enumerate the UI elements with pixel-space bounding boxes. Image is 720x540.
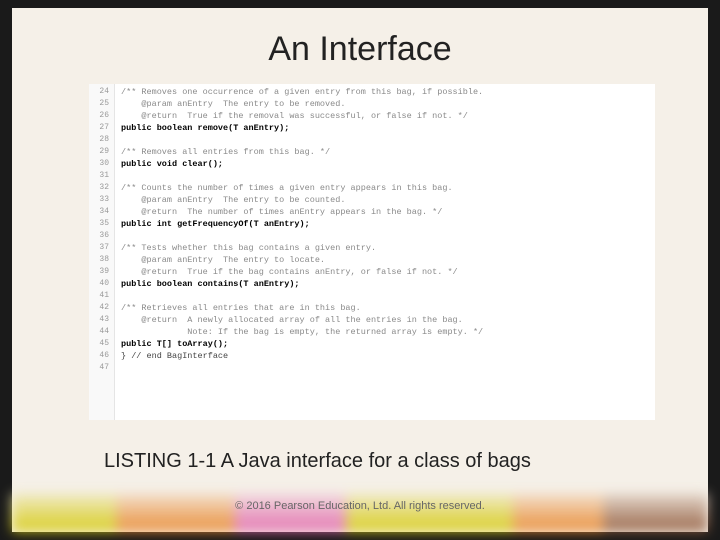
line-number: 25 <box>89 98 109 110</box>
line-number: 43 <box>89 314 109 326</box>
line-number: 29 <box>89 146 109 158</box>
line-number: 35 <box>89 218 109 230</box>
listing-caption: LISTING 1-1 A Java interface for a class… <box>12 450 708 473</box>
code-line: /** Tests whether this bag contains a gi… <box>121 242 483 254</box>
code-line: @param anEntry The entry to be counted. <box>121 194 483 206</box>
code-line: public boolean remove(T anEntry); <box>121 122 483 134</box>
code-line: /** Retrieves all entries that are in th… <box>121 302 483 314</box>
code-line: @return True if the removal was successf… <box>121 110 483 122</box>
code-line <box>121 170 483 182</box>
code-line <box>121 134 483 146</box>
line-number: 45 <box>89 338 109 350</box>
line-number: 41 <box>89 290 109 302</box>
code-lines: /** Removes one occurrence of a given en… <box>121 86 483 362</box>
line-number: 34 <box>89 206 109 218</box>
line-number: 28 <box>89 134 109 146</box>
code-line: /** Removes all entries from this bag. *… <box>121 146 483 158</box>
line-number: 42 <box>89 302 109 314</box>
line-number: 32 <box>89 182 109 194</box>
code-line: } // end BagInterface <box>121 350 483 362</box>
code-line <box>121 230 483 242</box>
line-number: 24 <box>89 86 109 98</box>
code-line: Note: If the bag is empty, the returned … <box>121 326 483 338</box>
code-line: /** Counts the number of times a given e… <box>121 182 483 194</box>
line-number: 46 <box>89 350 109 362</box>
code-line: @param anEntry The entry to be removed. <box>121 98 483 110</box>
line-number: 27 <box>89 122 109 134</box>
code-line: @return True if the bag contains anEntry… <box>121 266 483 278</box>
code-line: @param anEntry The entry to locate. <box>121 254 483 266</box>
line-number-gutter: 2425262728293031323334353637383940414243… <box>89 84 115 420</box>
code-line <box>121 290 483 302</box>
code-line: /** Removes one occurrence of a given en… <box>121 86 483 98</box>
line-number: 30 <box>89 158 109 170</box>
page-title: An Interface <box>12 30 708 69</box>
line-number: 44 <box>89 326 109 338</box>
line-number: 31 <box>89 170 109 182</box>
code-line: public T[] toArray(); <box>121 338 483 350</box>
line-number: 33 <box>89 194 109 206</box>
line-number: 37 <box>89 242 109 254</box>
line-number: 38 <box>89 254 109 266</box>
line-number: 47 <box>89 362 109 374</box>
slide-background: An Interface 242526272829303132333435363… <box>12 8 708 532</box>
line-number: 26 <box>89 110 109 122</box>
code-line: public int getFrequencyOf(T anEntry); <box>121 218 483 230</box>
copyright-text: © 2016 Pearson Education, Ltd. All right… <box>12 500 708 512</box>
code-line: public boolean contains(T anEntry); <box>121 278 483 290</box>
code-line: @return The number of times anEntry appe… <box>121 206 483 218</box>
line-number: 40 <box>89 278 109 290</box>
code-line: public void clear(); <box>121 158 483 170</box>
code-line: @return A newly allocated array of all t… <box>121 314 483 326</box>
line-number: 39 <box>89 266 109 278</box>
line-number: 36 <box>89 230 109 242</box>
code-listing: 2425262728293031323334353637383940414243… <box>89 84 655 420</box>
